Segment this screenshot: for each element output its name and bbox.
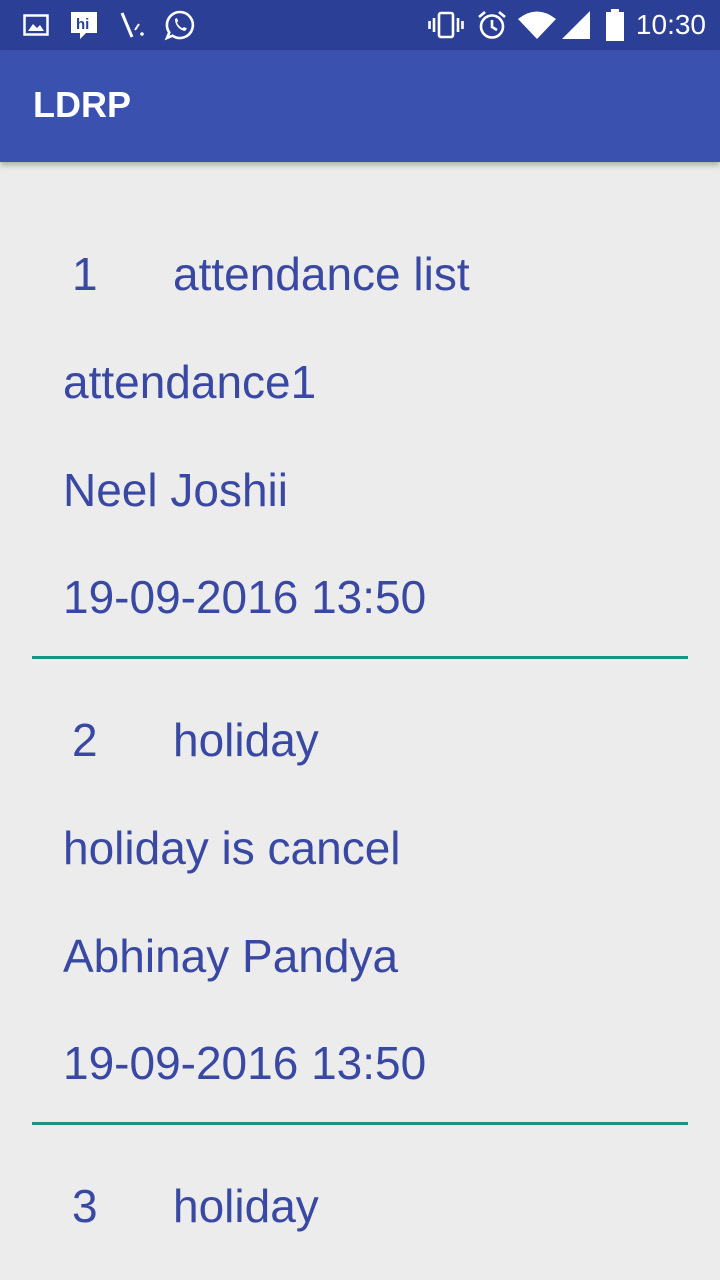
wifi-icon: [516, 10, 558, 40]
vibrate-icon: [428, 10, 464, 40]
status-time: 10:30: [635, 9, 706, 40]
item-date: 19-09-2016 13:50: [63, 1037, 427, 1089]
status-bar: hi 10:30: [0, 0, 720, 50]
item-number: 3: [72, 1180, 98, 1232]
svg-text:hi: hi: [76, 16, 89, 33]
signal-tool-icon: [118, 10, 146, 40]
cell-signal-icon: [560, 10, 592, 40]
list-item[interactable]: 2 holiday holiday is cancel Abhinay Pand…: [0, 628, 720, 1125]
list-item[interactable]: 1 attendance list attendance1 Neel Joshi…: [0, 162, 720, 659]
item-title: attendance list: [173, 248, 470, 300]
app-title: LDRP: [33, 84, 131, 125]
item-title: holiday: [173, 714, 319, 766]
battery-icon: [603, 9, 627, 41]
item-number: 2: [72, 714, 98, 766]
item-description: holiday is cancel: [63, 822, 401, 874]
item-number: 1: [72, 248, 98, 300]
item-author: Neel Joshii: [63, 464, 288, 516]
list-item[interactable]: 3 holiday: [0, 1094, 720, 1280]
app-bar: LDRP: [0, 50, 720, 162]
item-author: Abhinay Pandya: [63, 930, 399, 982]
hike-messenger-icon: hi: [67, 10, 101, 40]
item-description: attendance1: [63, 356, 317, 408]
whatsapp-icon: [163, 10, 197, 41]
alarm-icon: [475, 10, 509, 40]
item-date: 19-09-2016 13:50: [63, 571, 427, 623]
item-title: holiday: [173, 1180, 319, 1232]
image-icon: [22, 10, 50, 40]
